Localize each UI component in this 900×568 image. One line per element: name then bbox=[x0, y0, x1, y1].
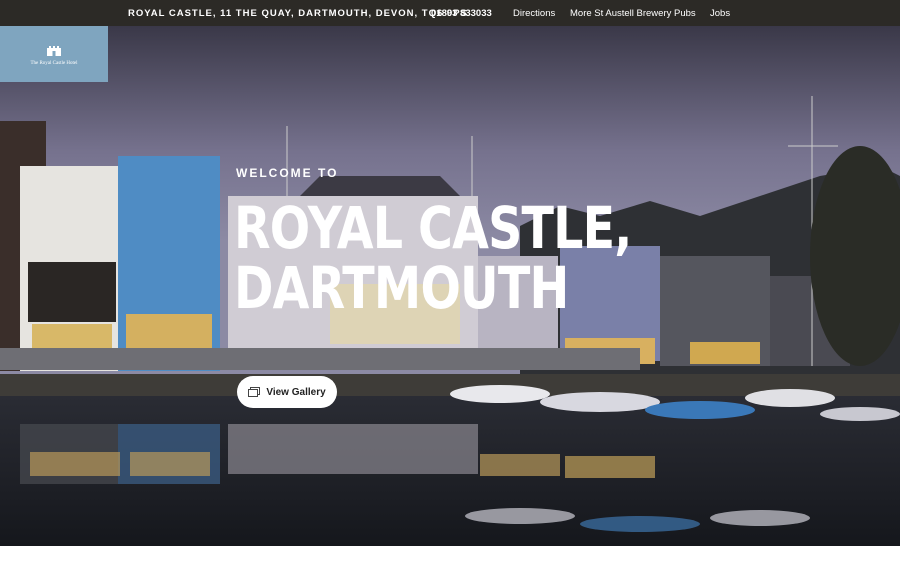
top-bar: ROYAL CASTLE, 11 THE QUAY, DARTMOUTH, DE… bbox=[0, 0, 900, 26]
site-logo[interactable]: The Royal Castle Hotel bbox=[0, 26, 108, 82]
logo-text: The Royal Castle Hotel bbox=[30, 60, 78, 66]
more-pubs-link[interactable]: More St Austell Brewery Pubs bbox=[570, 8, 696, 19]
hero-title-line2: DARTMOUTH bbox=[234, 254, 569, 322]
phone-link[interactable]: 01803 833033 bbox=[431, 8, 492, 19]
directions-link[interactable]: Directions bbox=[513, 8, 555, 19]
view-gallery-label: View Gallery bbox=[266, 386, 326, 398]
hero-title-line1: ROYAL CASTLE, bbox=[234, 194, 632, 262]
castle-icon bbox=[47, 45, 61, 56]
jobs-link[interactable]: Jobs bbox=[710, 8, 730, 19]
page-bottom bbox=[0, 546, 900, 568]
view-gallery-button[interactable]: View Gallery bbox=[237, 376, 337, 408]
hero-title: ROYAL CASTLE, DARTMOUTH bbox=[234, 198, 632, 318]
hero-kicker: WELCOME TO bbox=[236, 166, 339, 180]
gallery-icon bbox=[248, 387, 261, 397]
address-text: ROYAL CASTLE, 11 THE QUAY, DARTMOUTH, DE… bbox=[128, 7, 468, 19]
